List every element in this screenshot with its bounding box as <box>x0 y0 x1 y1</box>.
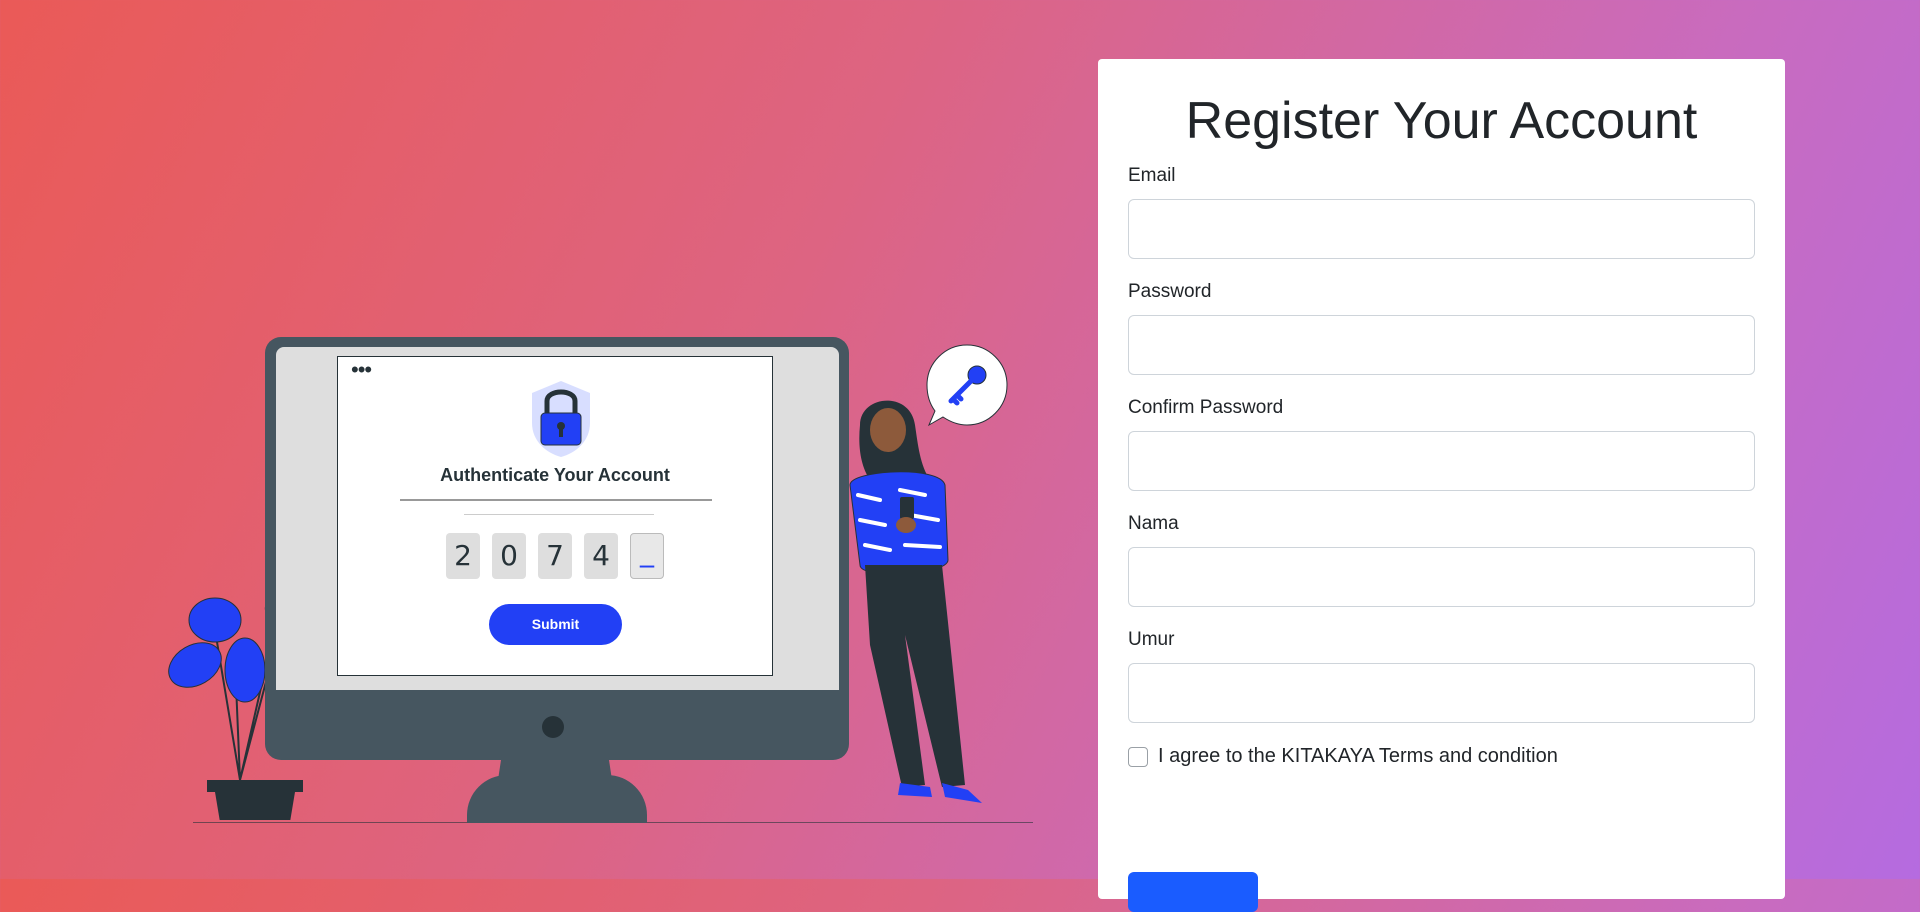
confirm-password-field[interactable] <box>1128 431 1755 491</box>
terms-label[interactable]: I agree to the KITAKAYA Terms and condit… <box>1158 745 1558 768</box>
otp-digit: 2 <box>446 533 480 579</box>
otp-digit: 4 <box>584 533 618 579</box>
monitor-foot <box>467 775 647 823</box>
page-title: Register Your Account <box>1185 92 1698 150</box>
register-card: Register Your Account Email Password Con… <box>1098 59 1785 912</box>
hero-illustration: ••• Authenticate Your Account 2 0 7 4 _ … <box>155 330 1035 830</box>
email-label: Email <box>1128 165 1176 186</box>
password-label: Password <box>1128 281 1212 302</box>
otp-row: 2 0 7 4 _ <box>446 533 664 579</box>
umur-label: Umur <box>1128 629 1175 650</box>
terms-row: I agree to the KITAKAYA Terms and condit… <box>1128 745 1755 768</box>
auth-title: Authenticate Your Account <box>440 465 670 485</box>
email-field[interactable] <box>1128 199 1755 259</box>
confirm-password-label: Confirm Password <box>1128 397 1284 418</box>
auth-card: ••• Authenticate Your Account 2 0 7 4 _ … <box>337 356 773 676</box>
padlock-icon <box>532 381 590 457</box>
illustration-submit-button: Submit <box>489 604 622 645</box>
divider <box>464 514 654 515</box>
otp-digit: 7 <box>538 533 572 579</box>
terms-checkbox[interactable] <box>1128 746 1148 767</box>
nama-field[interactable] <box>1128 547 1755 607</box>
divider <box>400 499 712 501</box>
otp-digit: 0 <box>492 533 526 579</box>
register-submit-button[interactable] <box>1128 872 1258 912</box>
monitor-button <box>542 716 564 738</box>
confirm-password-group: Confirm Password <box>1128 397 1755 491</box>
umur-group: Umur <box>1128 629 1755 723</box>
woman-with-phone-illustration <box>849 400 982 803</box>
otp-digit-empty: _ <box>630 533 664 579</box>
nama-group: Nama <box>1128 513 1755 607</box>
password-field[interactable] <box>1128 315 1755 375</box>
nama-label: Nama <box>1128 513 1179 534</box>
window-dots-icon: ••• <box>351 357 372 382</box>
umur-field[interactable] <box>1128 663 1755 723</box>
email-group: Email <box>1128 165 1755 259</box>
password-group: Password <box>1128 281 1755 375</box>
